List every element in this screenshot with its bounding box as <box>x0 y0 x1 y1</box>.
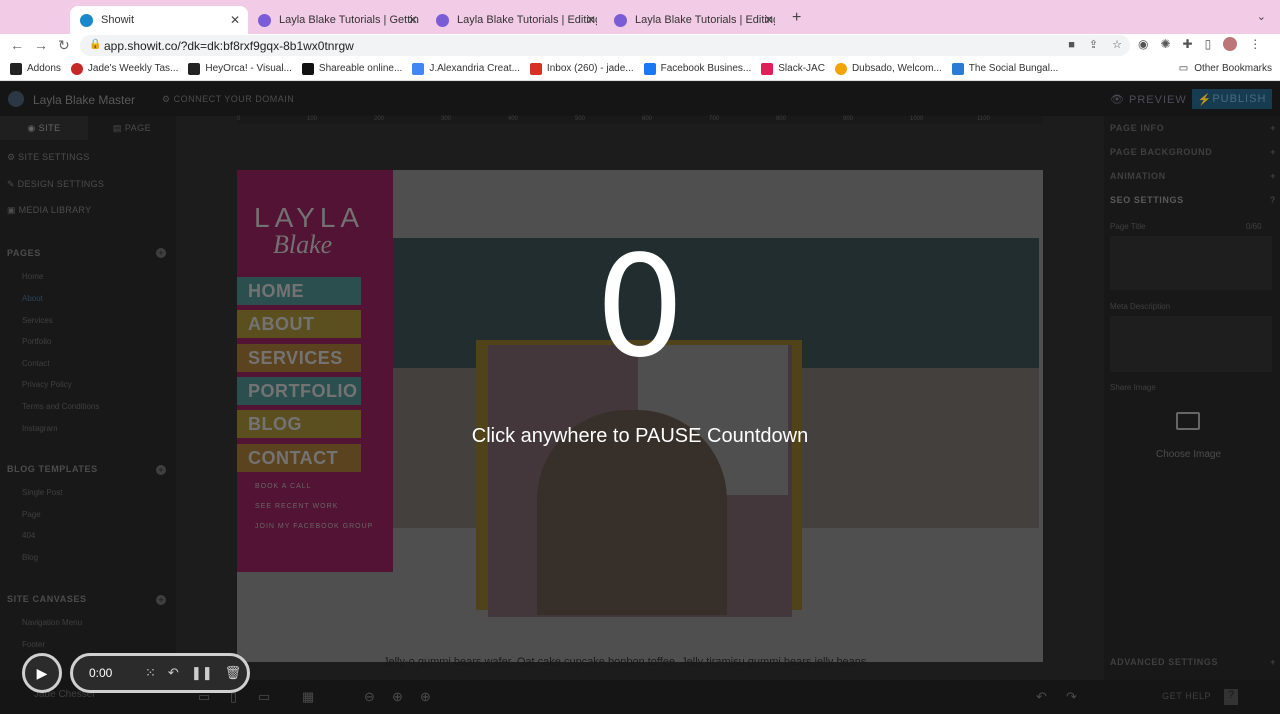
more-menu-icon[interactable]: ⋮ <box>1249 37 1261 51</box>
bookmark-item[interactable]: J.Alexandria Creat... <box>412 62 520 75</box>
bookmark-item[interactable]: The Social Bungal... <box>951 62 1058 75</box>
gmail-icon <box>529 62 542 75</box>
addons-icon <box>10 62 22 75</box>
forward-arrow-icon[interactable]: → <box>34 37 48 53</box>
share-icon[interactable]: ⇪ <box>1089 35 1098 56</box>
close-tab-icon[interactable]: ✕ <box>408 13 418 27</box>
url-bar[interactable]: 🔒 app.showit.co/?dk=dk:bf8rxf9gqx-8b1wx0… <box>80 35 1130 56</box>
slack-icon <box>761 62 774 75</box>
close-tab-icon[interactable]: ✕ <box>764 13 774 27</box>
tab-favicon-icon <box>614 13 627 27</box>
draw-tools-icon[interactable]: ⁙ <box>145 665 156 681</box>
calendar-icon <box>412 62 425 75</box>
recording-controls: 0:00 ⁙ ↶ ❚❚ 🗑 <box>70 653 250 693</box>
video-camera-icon: ▶ <box>36 664 48 681</box>
bookmark-icon <box>188 62 201 75</box>
screenshot-icon[interactable]: ◉ <box>1138 37 1148 51</box>
tab-search-chevron-icon[interactable]: ⌄ <box>1257 10 1266 23</box>
restart-icon[interactable]: ↶ <box>168 665 179 681</box>
folder-icon: ▭ <box>1178 63 1189 74</box>
close-tab-icon[interactable]: ✕ <box>230 13 240 27</box>
bookmark-item[interactable]: Addons <box>10 62 61 75</box>
back-arrow-icon[interactable]: ← <box>10 37 24 53</box>
tab-layla-editing-2[interactable]: Layla Blake Tutorials | Editing ✕ <box>604 6 782 34</box>
dubsado-icon <box>834 62 847 75</box>
bookmark-item[interactable]: HeyOrca! - Visual... <box>188 62 292 75</box>
avatar[interactable] <box>1223 37 1238 51</box>
lock-icon: 🔒 <box>89 39 102 50</box>
sidebar-icon[interactable]: ▯ <box>1205 37 1212 51</box>
showit-favicon-icon <box>80 13 93 27</box>
tab-layla-editing-1[interactable]: Layla Blake Tutorials | Editing ✕ <box>426 6 604 34</box>
bookmark-icon <box>951 62 964 75</box>
reload-icon[interactable]: ↻ <box>58 37 70 54</box>
new-tab-button[interactable]: + <box>792 9 801 27</box>
pause-countdown-message[interactable]: Click anywhere to PAUSE Countdown <box>0 425 1280 448</box>
camera-toggle-button[interactable]: ▶ <box>22 653 62 693</box>
countdown-number[interactable]: 0 <box>0 238 1280 378</box>
bookmark-star-icon[interactable]: ☆ <box>1112 35 1122 56</box>
bookmark-icon <box>301 62 314 75</box>
bookmark-item[interactable]: Shareable online... <box>301 62 402 75</box>
recording-timer: 0:00 <box>89 666 113 680</box>
tab-layla-getting[interactable]: Layla Blake Tutorials | Getting ✕ <box>248 6 426 34</box>
bookmark-item[interactable]: Facebook Busines... <box>643 62 751 75</box>
pause-icon[interactable]: ❚❚ <box>191 665 213 681</box>
bookmark-item[interactable]: Slack-JAC <box>761 62 825 75</box>
bookmark-item[interactable]: Jade's Weekly Tas... <box>70 62 178 75</box>
other-bookmarks[interactable]: ▭ Other Bookmarks <box>1179 63 1272 74</box>
bookmark-item[interactable]: Inbox (260) - jade... <box>529 62 634 75</box>
bookmark-icon <box>70 62 83 75</box>
camera-icon[interactable]: ■ <box>1068 35 1075 56</box>
countdown-overlay[interactable] <box>0 82 1280 714</box>
browser-tab-bar: Showit ✕ Layla Blake Tutorials | Getting… <box>0 0 1280 34</box>
tab-showit[interactable]: Showit ✕ <box>70 6 248 34</box>
bookmark-item[interactable]: Dubsado, Welcom... <box>834 62 942 75</box>
bookmarks-bar: Addons Jade's Weekly Tas... HeyOrca! - V… <box>0 57 1280 81</box>
tab-favicon-icon <box>258 13 271 27</box>
tab-favicon-icon <box>436 13 449 27</box>
url-text: app.showit.co/?dk=dk:bf8rxf9gqx-8b1wx0tn… <box>104 38 354 53</box>
close-tab-icon[interactable]: ✕ <box>586 13 596 27</box>
puzzle-icon[interactable]: ✚ <box>1183 37 1193 51</box>
meta-icon <box>643 62 656 75</box>
delete-trash-icon[interactable]: 🗑 <box>225 665 242 681</box>
address-toolbar: ← → ↻ 🔒 app.showit.co/?dk=dk:bf8rxf9gqx-… <box>0 34 1280 57</box>
extension-icon[interactable]: ✺ <box>1160 37 1170 51</box>
